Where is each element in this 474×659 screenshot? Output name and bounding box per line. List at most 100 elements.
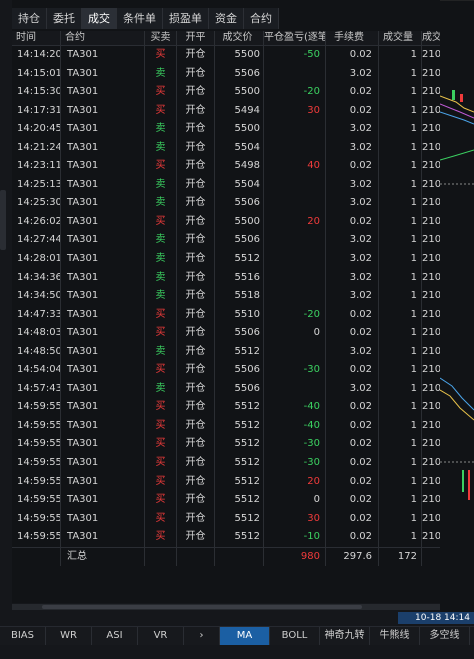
cell-pnl: -20 xyxy=(264,305,326,325)
indicator-tab-4[interactable]: MA xyxy=(220,627,270,645)
column-header-3[interactable]: 开平 xyxy=(177,31,215,45)
cell-qty: 1 xyxy=(379,435,422,455)
column-header-0[interactable]: 时间 xyxy=(12,31,61,45)
column-header-2[interactable]: 买卖 xyxy=(145,31,177,45)
cell-pnl: 40 xyxy=(264,157,326,176)
cell-qty: 1 xyxy=(379,361,422,380)
table-row[interactable]: 14:59:55TA301买开仓5512-400.0212101820 xyxy=(12,398,440,417)
table-row[interactable]: 14:21:24TA301卖开仓5504 3.0212101818 xyxy=(12,138,440,158)
column-header-7[interactable]: 成交量 xyxy=(379,31,422,45)
cell-pnl: -10 xyxy=(264,528,326,547)
cell-side: 买 xyxy=(145,416,177,436)
column-header-8[interactable]: 成交编号 xyxy=(422,31,440,45)
cell-price: 5494 xyxy=(215,101,264,121)
table-row[interactable]: 14:57:43TA301卖开仓5506 3.0212101820 xyxy=(12,379,440,399)
cell-fee: 0.02 xyxy=(326,361,379,380)
column-header-4[interactable]: 成交价 xyxy=(215,31,264,45)
cell-contract: TA301 xyxy=(61,379,145,399)
cell-fee: 0.02 xyxy=(326,46,379,65)
indicator-tab-3[interactable]: VR xyxy=(138,627,184,645)
tab-0[interactable]: 持仓 xyxy=(12,8,47,29)
cell-price: 5506 xyxy=(215,379,264,399)
table-row[interactable]: 14:23:11TA301买开仓5498400.0212101818 xyxy=(12,157,440,176)
scroll-thumb[interactable] xyxy=(42,605,362,609)
indicator-tab-6[interactable]: 神奇九转 xyxy=(320,627,370,645)
candle xyxy=(452,90,455,100)
kline-chart[interactable] xyxy=(440,0,474,612)
cell-action: 开仓 xyxy=(177,250,215,269)
tab-3[interactable]: 条件单 xyxy=(117,8,163,29)
tab-6[interactable]: 合约 xyxy=(244,8,279,29)
indicator-tab-7[interactable]: 牛熊线 xyxy=(370,627,420,645)
indicator-tab-5[interactable]: BOLL xyxy=(270,627,320,645)
table-row[interactable]: 14:20:45TA301卖开仓5500 3.0212101818 xyxy=(12,120,440,139)
cell-action: 开仓 xyxy=(177,194,215,213)
indicator-tab-0[interactable]: BIAS xyxy=(0,627,46,645)
horizontal-scrollbar[interactable] xyxy=(12,604,440,610)
indicator-line-blue xyxy=(440,377,474,411)
cell-qty: 1 xyxy=(379,101,422,121)
cell-side: 卖 xyxy=(145,175,177,195)
table-row[interactable]: 14:59:55TA301买开仓5512-300.0212101820 xyxy=(12,435,440,455)
cell-pnl: -30 xyxy=(264,361,326,380)
table-row[interactable]: 14:59:55TA301买开仓5512200.0212101820 xyxy=(12,472,440,492)
cell-pnl: -40 xyxy=(264,416,326,436)
indicator-tab-1[interactable]: WR xyxy=(46,627,92,645)
cell-contract: TA301 xyxy=(61,157,145,176)
column-header-6[interactable]: 手续费 xyxy=(326,31,379,45)
table-row[interactable]: 14:54:04TA301买开仓5506-300.0212101820 xyxy=(12,361,440,380)
table-row[interactable]: 14:15:01TA301卖开仓5506 3.0212101818 xyxy=(12,64,440,84)
cell-side: 买 xyxy=(145,491,177,510)
cell-fee: 0.02 xyxy=(326,435,379,455)
cell-time: 14:59:55 xyxy=(12,454,61,473)
cell-qty: 1 xyxy=(379,250,422,269)
cell-contract: TA301 xyxy=(61,398,145,417)
table-row[interactable]: 14:25:30TA301卖开仓5506 3.0212101818 xyxy=(12,194,440,213)
cell-fee: 3.02 xyxy=(326,120,379,139)
table-row[interactable]: 14:14:20TA301买开仓5500-500.0212101818 xyxy=(12,46,440,65)
table-row[interactable]: 14:17:31TA301买开仓5494300.0212101818 xyxy=(12,101,440,121)
column-header-5[interactable]: 平仓盈亏(逐笔) xyxy=(264,31,326,45)
indicator-tab-2[interactable]: ASI xyxy=(92,627,138,645)
cell-time: 14:57:43 xyxy=(12,379,61,399)
cell-time: 14:15:30 xyxy=(12,83,61,102)
scroll-right-arrow[interactable]: › xyxy=(184,627,220,645)
cell-contract: TA301 xyxy=(61,175,145,195)
cell-qty: 1 xyxy=(379,268,422,288)
table-row[interactable]: 14:59:55TA301买开仓5512-400.0212101820 xyxy=(12,416,440,436)
cell-fee: 0.02 xyxy=(326,83,379,102)
table-row[interactable]: 14:48:03TA301买开仓550600.0212101819 xyxy=(12,324,440,343)
table-row[interactable]: 14:59:55TA301买开仓5512-100.0212101820 xyxy=(12,528,440,547)
table-row[interactable]: 14:59:55TA301买开仓5512-300.0212101820 xyxy=(12,454,440,473)
cell-price: 5506 xyxy=(215,194,264,213)
table-row[interactable]: 14:15:30TA301买开仓5500-200.0212101818 xyxy=(12,83,440,102)
tab-1[interactable]: 委托 xyxy=(47,8,82,29)
table-row[interactable]: 14:26:02TA301买开仓5500200.0212101819 xyxy=(12,212,440,232)
cell-price: 5500 xyxy=(215,120,264,139)
cell-qty: 1 xyxy=(379,138,422,158)
cell-side: 买 xyxy=(145,83,177,102)
cell-id: 2101818 xyxy=(422,49,440,60)
table-row[interactable]: 14:28:01TA301卖开仓5512 3.0212101817 xyxy=(12,250,440,269)
table-row[interactable]: 14:48:50TA301卖开仓5512 3.0212101820 xyxy=(12,342,440,362)
tab-5[interactable]: 资金 xyxy=(209,8,244,29)
cell-qty: 1 xyxy=(379,231,422,251)
table-row[interactable]: 14:47:33TA301买开仓5510-200.0212101819 xyxy=(12,305,440,325)
table-row[interactable]: 14:27:44TA301卖开仓5506 3.0212101819 xyxy=(12,231,440,251)
table-row[interactable]: 14:59:55TA301买开仓551200.0212101820 xyxy=(12,491,440,510)
indicator-tab-8[interactable]: 多空线 xyxy=(420,627,470,645)
table-header: 时间合约买卖开平成交价平仓盈亏(逐笔)手续费成交量成交编号 xyxy=(12,31,440,46)
table-row[interactable]: 14:59:55TA301买开仓5512300.0212101820 xyxy=(12,509,440,529)
table-row[interactable]: 14:34:50TA301卖开仓5518 3.0212101817 xyxy=(12,287,440,306)
vertical-scrollbar[interactable] xyxy=(0,190,6,250)
column-header-1[interactable]: 合约 xyxy=(61,31,145,45)
cell-contract: TA301 xyxy=(61,46,145,65)
cell-pnl: -30 xyxy=(264,454,326,473)
table-row[interactable]: 14:25:13TA301卖开仓5504 3.0212101818 xyxy=(12,175,440,195)
tab-2[interactable]: 成交 xyxy=(82,8,117,29)
cell-contract: TA301 xyxy=(61,101,145,121)
cell-id: 2101820 xyxy=(422,401,440,413)
tab-4[interactable]: 损盈单 xyxy=(163,8,209,29)
cell-action: 开仓 xyxy=(177,157,215,176)
table-row[interactable]: 14:34:36TA301卖开仓5516 3.0212101819 xyxy=(12,268,440,288)
